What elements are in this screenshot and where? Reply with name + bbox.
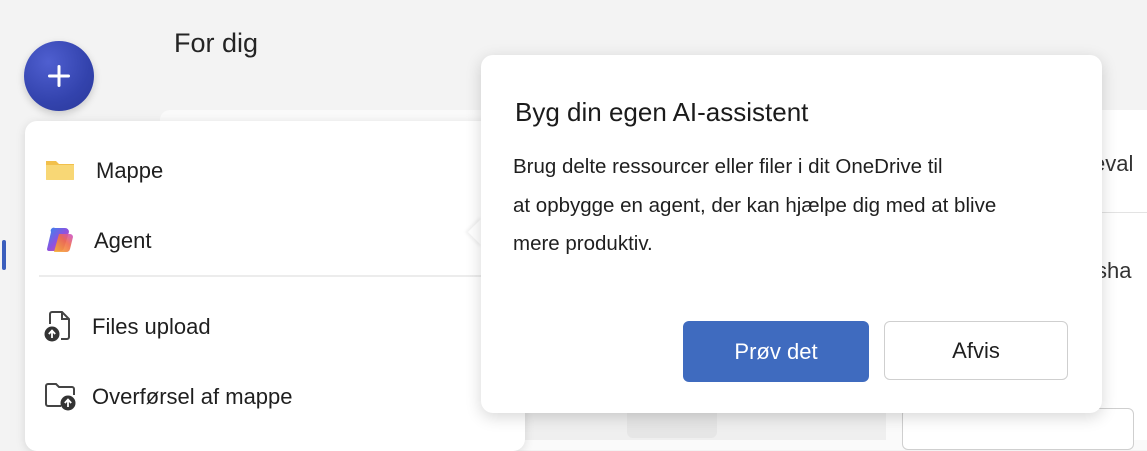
menu-item-mappe[interactable]: Mappe (25, 141, 495, 197)
menu-item-label: Agent (94, 228, 152, 253)
new-menu: Mappe Agent Files upload Overførsel af m… (25, 121, 525, 451)
folder-icon (46, 161, 74, 180)
menu-item-folder-upload[interactable]: Overførsel af mappe (25, 367, 495, 423)
menu-item-label: Mappe (96, 158, 164, 183)
page-title: For dig (174, 28, 259, 58)
menu-item-files-upload[interactable]: Files upload (25, 297, 495, 353)
callout-body-line: mere produktiv. (513, 232, 653, 255)
menu-divider (39, 275, 491, 277)
new-button[interactable] (24, 41, 94, 111)
menu-item-label: Overførsel af mappe (92, 384, 293, 409)
callout-title: Byg din egen AI-assistent (515, 97, 809, 127)
folder-upload-icon (45, 383, 76, 411)
file-upload-icon (44, 311, 70, 342)
background-button[interactable] (902, 408, 1134, 450)
callout-body-line: at opbygge en agent, der kan hjælpe dig … (513, 194, 997, 217)
dismiss-button[interactable]: Afvis (884, 321, 1068, 380)
try-it-button[interactable]: Prøv det (683, 321, 869, 382)
plus-icon (48, 65, 70, 87)
callout-body-line: Brug delte ressourcer eller filer i dit … (513, 155, 943, 178)
menu-item-agent[interactable]: Agent (25, 211, 495, 267)
nav-selection-indicator (2, 240, 6, 270)
menu-item-label: Files upload (92, 314, 211, 339)
copilot-agent-icon (47, 227, 73, 253)
agent-teaching-callout: Byg din egen AI-assistent Brug delte res… (481, 55, 1102, 413)
